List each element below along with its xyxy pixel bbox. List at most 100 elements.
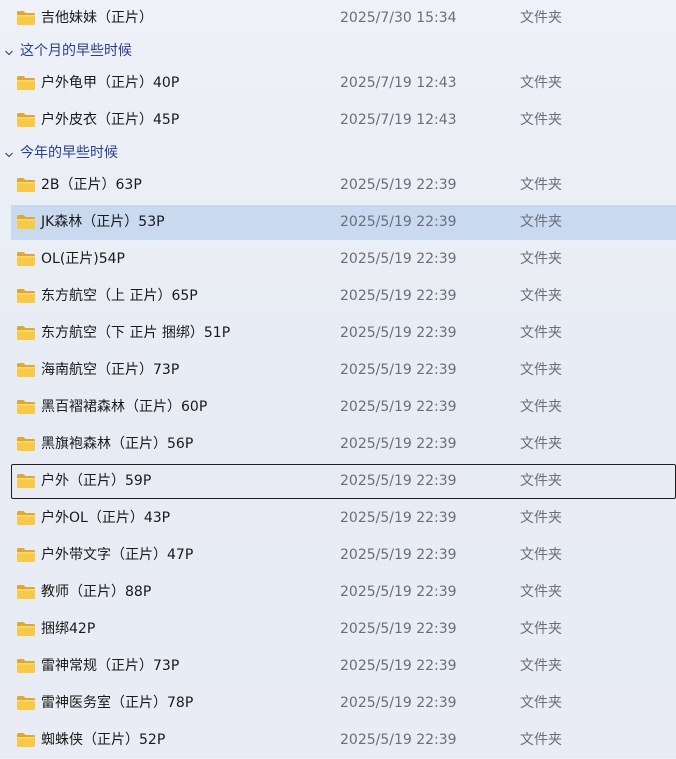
folder-name[interactable]: 蜘蛛侠（正片）52P: [41, 722, 165, 759]
folder-icon: [16, 732, 36, 748]
folder-row[interactable]: 户外OL（正片）43P 2025/5/19 22:39 文件夹: [0, 500, 676, 537]
folder-icon: [16, 288, 36, 304]
modified-date: 2025/5/19 22:39: [340, 251, 457, 267]
item-type: 文件夹: [520, 510, 562, 526]
item-type: 文件夹: [520, 621, 562, 637]
group-header-label: 这个月的早些时候: [20, 43, 132, 59]
item-type: 文件夹: [520, 214, 562, 230]
folder-row[interactable]: OL(正片)54P 2025/5/19 22:39 文件夹: [0, 241, 676, 278]
folder-row[interactable]: 东方航空（下 正片 捆绑）51P 2025/5/19 22:39 文件夹: [0, 315, 676, 352]
group-header[interactable]: 今年的早些时候: [0, 139, 676, 167]
folder-icon: [16, 214, 36, 230]
modified-date: 2025/7/19 12:43: [340, 112, 457, 128]
folder-row[interactable]: 黑百褶裙森林（正片）60P 2025/5/19 22:39 文件夹: [0, 389, 676, 426]
folder-name[interactable]: 东方航空（上 正片）65P: [41, 278, 198, 315]
folder-name[interactable]: 黑旗袍森林（正片）56P: [41, 426, 193, 463]
folder-row[interactable]: 黑旗袍森林（正片）56P 2025/5/19 22:39 文件夹: [0, 426, 676, 463]
item-type: 文件夹: [520, 547, 562, 563]
modified-date: 2025/5/19 22:39: [340, 658, 457, 674]
modified-date: 2025/5/19 22:39: [340, 399, 457, 415]
folder-name[interactable]: 2B（正片）63P: [41, 167, 142, 204]
item-type: 文件夹: [520, 75, 562, 91]
folder-icon: [16, 362, 36, 378]
item-type: 文件夹: [520, 288, 562, 304]
folder-icon: [16, 112, 36, 128]
folder-icon: [16, 658, 36, 674]
modified-date: 2025/5/19 22:39: [340, 214, 457, 230]
item-type: 文件夹: [520, 436, 562, 452]
folder-row[interactable]: 海南航空（正片）73P 2025/5/19 22:39 文件夹: [0, 352, 676, 389]
folder-row[interactable]: 东方航空（上 正片）65P 2025/5/19 22:39 文件夹: [0, 278, 676, 315]
folder-icon: [16, 399, 36, 415]
folder-row[interactable]: 2B（正片）63P 2025/5/19 22:39 文件夹: [0, 167, 676, 204]
folder-row[interactable]: 雷神医务室（正片）78P 2025/5/19 22:39 文件夹: [0, 685, 676, 722]
item-type: 文件夹: [520, 399, 562, 415]
modified-date: 2025/5/19 22:39: [340, 510, 457, 526]
file-list: 吉他妹妹（正片） 2025/7/30 15:34 文件夹 这个月的早些时候 户外龟甲（正…: [0, 0, 676, 759]
item-type: 文件夹: [520, 112, 562, 128]
modified-date: 2025/5/19 22:39: [340, 325, 457, 341]
modified-date: 2025/5/19 22:39: [340, 584, 457, 600]
item-type: 文件夹: [520, 325, 562, 341]
folder-icon: [16, 473, 36, 489]
item-type: 文件夹: [520, 362, 562, 378]
modified-date: 2025/5/19 22:39: [340, 436, 457, 452]
folder-name[interactable]: 雷神医务室（正片）78P: [41, 685, 193, 722]
item-type: 文件夹: [520, 732, 562, 748]
folder-icon: [16, 75, 36, 91]
folder-name[interactable]: 东方航空（下 正片 捆绑）51P: [41, 315, 230, 352]
folder-icon: [16, 695, 36, 711]
folder-row[interactable]: 户外皮衣（正片）45P 2025/7/19 12:43 文件夹: [0, 102, 676, 139]
folder-name[interactable]: 捆绑42P: [41, 611, 95, 648]
folder-name[interactable]: 黑百褶裙森林（正片）60P: [41, 389, 207, 426]
modified-date: 2025/5/19 22:39: [340, 547, 457, 563]
folder-name[interactable]: OL(正片)54P: [41, 241, 125, 278]
folder-row[interactable]: 雷神常规（正片）73P 2025/5/19 22:39 文件夹: [0, 648, 676, 685]
modified-date: 2025/5/19 22:39: [340, 473, 457, 489]
folder-icon: [16, 510, 36, 526]
modified-date: 2025/7/30 15:34: [340, 10, 457, 26]
folder-name[interactable]: 户外皮衣（正片）45P: [41, 102, 179, 139]
folder-name[interactable]: 雷神常规（正片）73P: [41, 648, 179, 685]
folder-name[interactable]: 吉他妹妹（正片）: [41, 0, 153, 37]
folder-row[interactable]: JK森林（正片）53P 2025/5/19 22:39 文件夹: [0, 204, 676, 241]
group-header-label: 今年的早些时候: [20, 145, 118, 161]
item-type: 文件夹: [520, 658, 562, 674]
folder-name[interactable]: 海南航空（正片）73P: [41, 352, 179, 389]
chevron-down-icon[interactable]: [4, 46, 14, 56]
folder-icon: [16, 177, 36, 193]
item-type: 文件夹: [520, 251, 562, 267]
folder-icon: [16, 584, 36, 600]
item-type: 文件夹: [520, 473, 562, 489]
modified-date: 2025/5/19 22:39: [340, 621, 457, 637]
modified-date: 2025/5/19 22:39: [340, 362, 457, 378]
item-type: 文件夹: [520, 584, 562, 600]
folder-icon: [16, 547, 36, 563]
folder-row[interactable]: 捆绑42P 2025/5/19 22:39 文件夹: [0, 611, 676, 648]
folder-row[interactable]: 户外龟甲（正片）40P 2025/7/19 12:43 文件夹: [0, 65, 676, 102]
modified-date: 2025/5/19 22:39: [340, 288, 457, 304]
item-type: 文件夹: [520, 10, 562, 26]
folder-icon: [16, 251, 36, 267]
folder-icon: [16, 10, 36, 26]
folder-icon: [16, 621, 36, 637]
chevron-down-icon[interactable]: [4, 148, 14, 158]
item-type: 文件夹: [520, 695, 562, 711]
folder-row[interactable]: 吉他妹妹（正片） 2025/7/30 15:34 文件夹: [0, 0, 676, 37]
folder-name[interactable]: 户外带文字（正片）47P: [41, 537, 193, 574]
folder-row[interactable]: 户外带文字（正片）47P 2025/5/19 22:39 文件夹: [0, 537, 676, 574]
modified-date: 2025/7/19 12:43: [340, 75, 457, 91]
folder-name[interactable]: 教师（正片）88P: [41, 574, 151, 611]
folder-row[interactable]: 户外（正片）59P 2025/5/19 22:39 文件夹: [0, 463, 676, 500]
folder-row[interactable]: 教师（正片）88P 2025/5/19 22:39 文件夹: [0, 574, 676, 611]
folder-icon: [16, 325, 36, 341]
folder-name[interactable]: JK森林（正片）53P: [41, 204, 165, 241]
modified-date: 2025/5/19 22:39: [340, 177, 457, 193]
folder-name[interactable]: 户外龟甲（正片）40P: [41, 65, 179, 102]
folder-name[interactable]: 户外（正片）59P: [41, 463, 151, 500]
item-type: 文件夹: [520, 177, 562, 193]
folder-name[interactable]: 户外OL（正片）43P: [41, 500, 170, 537]
folder-row[interactable]: 蜘蛛侠（正片）52P 2025/5/19 22:39 文件夹: [0, 722, 676, 759]
group-header[interactable]: 这个月的早些时候: [0, 37, 676, 65]
modified-date: 2025/5/19 22:39: [340, 695, 457, 711]
